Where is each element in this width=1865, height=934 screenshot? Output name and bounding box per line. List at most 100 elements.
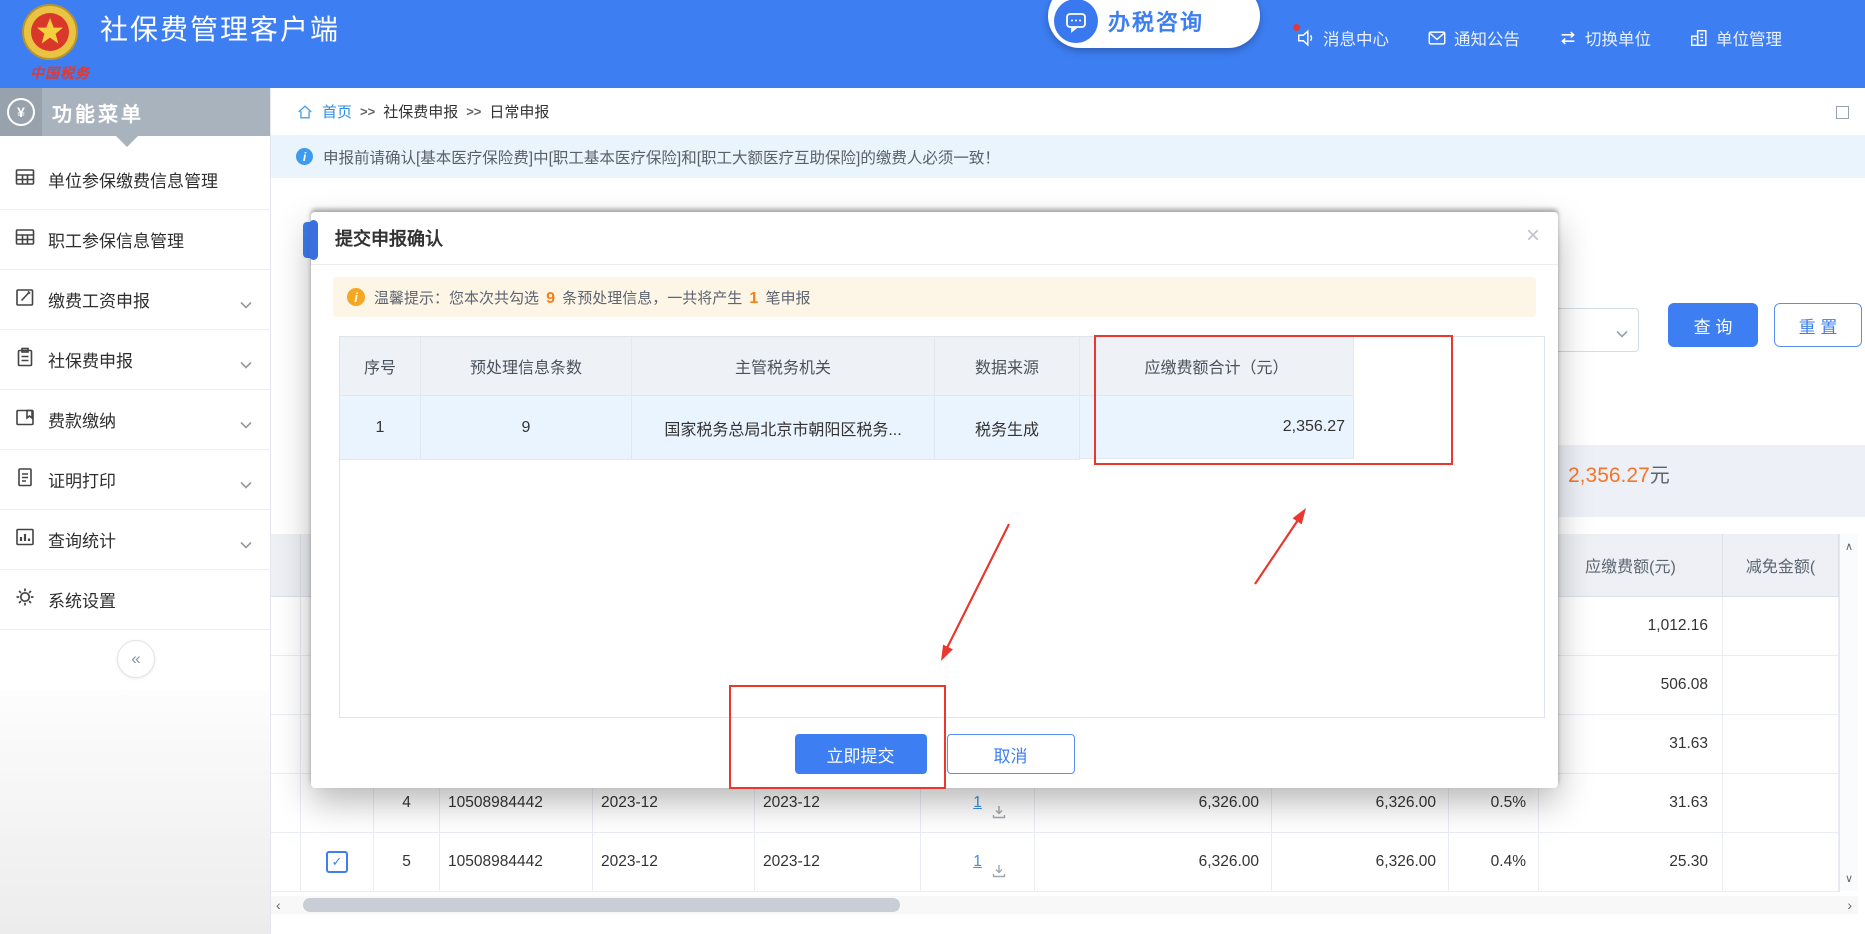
top-header-bar: 中国税务 社保费管理客户端 办税咨询 xyxy=(0,0,1865,88)
sidebar-item-label: 证明打印 xyxy=(48,467,116,492)
app-title: 社保费管理客户端 xyxy=(100,8,340,48)
warning-text: 温馨提示：您本次共勾选 9 条预处理信息，一共将产生 1 笔申报 xyxy=(374,287,811,308)
seq-cell: 5 xyxy=(374,833,440,892)
dialog-title: 提交申报确认 xyxy=(335,225,443,251)
chevron-down-icon xyxy=(240,296,252,314)
clipboard-icon xyxy=(14,346,36,373)
nav-switch-unit[interactable]: 切换单位 xyxy=(1558,26,1651,50)
sidebar-item-certificate-print[interactable]: 证明打印 xyxy=(0,450,270,510)
sidebar-item-label: 社保费申报 xyxy=(48,347,133,372)
scroll-left-icon[interactable]: ‹ xyxy=(276,896,281,914)
edit-icon xyxy=(14,286,36,313)
col-header-reduction: 减免金额( xyxy=(1723,534,1839,597)
scroll-right-icon[interactable]: › xyxy=(1847,896,1852,914)
sidebar-item-system-settings[interactable]: 系统设置 xyxy=(0,570,270,630)
breadcrumb-separator: >> xyxy=(466,104,481,119)
amount2-cell: 6,326.00 xyxy=(1272,833,1449,892)
checkbox-cell: ✓ xyxy=(301,833,374,892)
total-payable-cell: 2,356.27 xyxy=(1080,396,1354,459)
sidebar-item-employee-insured-info[interactable]: 职工参保信息管理 xyxy=(0,210,270,270)
doc-icon xyxy=(14,466,36,493)
tax-authority-cell: 国家税务总局北京市朝阳区税务... xyxy=(632,396,935,460)
declaration-count: 1 xyxy=(746,290,761,307)
sidebar: ¥ 功能菜单 单位参保缴费信息管理 职工参保信息管理 xyxy=(0,88,271,934)
period-end-cell: 2023-12 xyxy=(755,833,921,892)
tax-consult-button[interactable]: 办税咨询 xyxy=(1048,0,1260,48)
sidebar-item-label: 职工参保信息管理 xyxy=(48,227,184,252)
sidebar-collapse-button[interactable]: « xyxy=(117,640,155,678)
nav-notice-announcement[interactable]: 通知公告 xyxy=(1427,26,1520,50)
precount-cell: 9 xyxy=(421,396,632,460)
nav-label: 消息中心 xyxy=(1323,26,1389,50)
horizontal-scrollbar-thumb[interactable] xyxy=(303,898,900,912)
grid-icon xyxy=(14,166,36,193)
chevron-down-icon xyxy=(240,536,252,554)
confirm-table: 序号 预处理信息条数 主管税务机关 数据来源 应缴费额合计（元） 1 9 国家税… xyxy=(339,336,1545,718)
seq-cell: 1 xyxy=(340,396,421,460)
nav-unit-management[interactable]: 单位管理 xyxy=(1689,26,1782,50)
warning-icon: i xyxy=(347,288,365,306)
title-accent-bar xyxy=(309,220,318,260)
speaker-icon xyxy=(1296,28,1316,48)
breadcrumb-item: 社保费申报 xyxy=(383,101,458,122)
scroll-up-icon[interactable]: ∧ xyxy=(1840,540,1858,553)
breadcrumb-home-link[interactable]: 首页 xyxy=(322,101,352,122)
sidebar-notch xyxy=(116,136,138,147)
maximize-icon[interactable] xyxy=(1836,106,1849,119)
grid-icon xyxy=(14,226,36,253)
dialog-header: 提交申报确认 × xyxy=(311,212,1558,265)
notice-text: 申报前请确认[基本医疗保险费]中[职工基本医疗保险]和[职工大额医疗互助保险]的… xyxy=(323,146,1000,168)
emblem-icon xyxy=(19,3,81,63)
reset-button[interactable]: 重 置 xyxy=(1774,303,1862,347)
mail-icon xyxy=(1427,28,1447,48)
row-checkbox-checked[interactable]: ✓ xyxy=(326,851,348,873)
sidebar-item-payment-wage-declare[interactable]: 缴费工资申报 xyxy=(0,270,270,330)
payable-cell: 31.63 xyxy=(1539,774,1723,833)
consult-label: 办税咨询 xyxy=(1108,5,1204,37)
tax-emblem-logo: 中国税务 xyxy=(10,3,90,68)
download-icon[interactable] xyxy=(991,804,1007,825)
yen-coin-icon: ¥ xyxy=(0,88,42,136)
submit-now-button[interactable]: 立即提交 xyxy=(795,734,927,774)
sidebar-item-label: 费款缴纳 xyxy=(48,407,116,432)
notification-badge xyxy=(1293,24,1300,31)
number-cell: 10508984442 xyxy=(440,833,593,892)
detail-link[interactable]: 1 xyxy=(973,853,982,871)
total-amount-value: 2,356.27 xyxy=(1568,464,1650,487)
nav-label: 单位管理 xyxy=(1716,26,1782,50)
cancel-button[interactable]: 取消 xyxy=(947,734,1075,774)
chevron-down-icon xyxy=(1616,325,1628,343)
sidebar-item-unit-insured-info[interactable]: 单位参保缴费信息管理 xyxy=(0,150,270,210)
confirm-table-row[interactable]: 1 9 国家税务总局北京市朝阳区税务... 税务生成 2,356.27 xyxy=(340,396,1544,460)
notice-bar: i 申报前请确认[基本医疗保险费]中[职工基本医疗保险]和[职工大额医疗互助保险… xyxy=(270,135,1865,178)
close-icon[interactable]: × xyxy=(1526,224,1540,248)
nav-label: 切换单位 xyxy=(1585,26,1651,50)
chat-bubble-icon xyxy=(1054,0,1098,43)
vertical-scrollbar[interactable]: ∧ ∨ xyxy=(1840,534,1858,891)
sidebar-title: 功能菜单 xyxy=(52,88,144,136)
chevron-down-icon xyxy=(240,476,252,494)
dialog-actions: 立即提交 取消 xyxy=(311,734,1558,774)
home-icon xyxy=(296,103,314,121)
selected-count: 9 xyxy=(543,290,558,307)
nav-message-center[interactable]: 消息中心 xyxy=(1296,26,1389,50)
payable-cell: 1,012.16 xyxy=(1539,597,1723,656)
data-source-cell: 税务生成 xyxy=(935,396,1080,460)
building-icon xyxy=(1689,28,1709,48)
scroll-down-icon[interactable]: ∨ xyxy=(1840,872,1858,885)
breadcrumb-separator: >> xyxy=(360,104,375,119)
query-button[interactable]: 查 询 xyxy=(1668,303,1758,347)
sidebar-item-query-statistics[interactable]: 查询统计 xyxy=(0,510,270,570)
sidebar-item-label: 单位参保缴费信息管理 xyxy=(48,167,218,192)
horizontal-scrollbar[interactable]: ‹ › xyxy=(270,896,1858,914)
top-nav: 消息中心 通知公告 切换单位 xyxy=(1296,26,1782,50)
detail-link[interactable]: 1 xyxy=(973,794,982,812)
col-total-payable: 应缴费额合计（元） xyxy=(1080,337,1354,396)
download-icon[interactable] xyxy=(991,863,1007,884)
sidebar-item-fee-payment[interactable]: 费款缴纳 xyxy=(0,390,270,450)
table-row: ✓ 5 10508984442 2023-12 2023-12 1 6,326.… xyxy=(271,833,1839,892)
total-amount: 2,356.27元 xyxy=(1568,459,1670,488)
sidebar-item-social-insurance-declare[interactable]: 社保费申报 xyxy=(0,330,270,390)
nav-label: 通知公告 xyxy=(1454,26,1520,50)
col-data-source: 数据来源 xyxy=(935,337,1080,396)
